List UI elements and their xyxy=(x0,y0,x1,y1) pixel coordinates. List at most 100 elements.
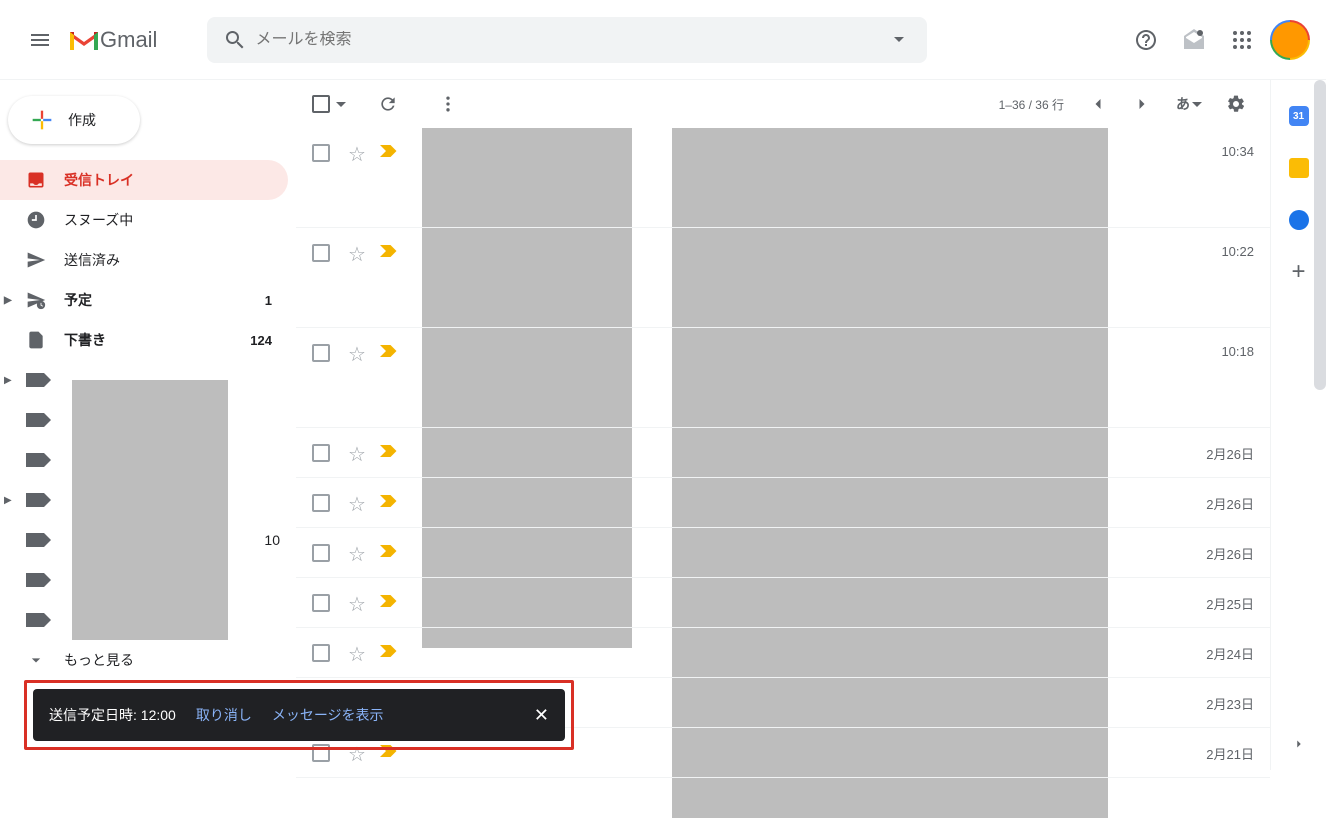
main-menu-button[interactable] xyxy=(16,16,64,64)
compose-label: 作成 xyxy=(68,110,96,130)
tasks-addon[interactable] xyxy=(1287,208,1311,232)
row-checkbox[interactable] xyxy=(312,494,330,512)
prev-page-button[interactable] xyxy=(1080,86,1116,122)
chevron-down-icon xyxy=(1192,102,1202,107)
toast-highlight: 送信予定日時: 12:00 取り消し メッセージを表示 ✕ xyxy=(24,680,574,750)
star-button[interactable]: ☆ xyxy=(348,142,366,167)
chevron-left-icon xyxy=(1088,94,1108,114)
mail-row[interactable]: ☆ 2月26日 xyxy=(296,478,1270,528)
star-button[interactable]: ☆ xyxy=(348,542,366,567)
star-button[interactable]: ☆ xyxy=(348,492,366,517)
get-addons-button[interactable]: + xyxy=(1287,260,1311,284)
mail-date: 2月23日 xyxy=(1206,694,1254,713)
row-checkbox[interactable] xyxy=(312,144,330,162)
scrollbar[interactable] xyxy=(1314,80,1326,390)
search-options-button[interactable] xyxy=(879,37,919,42)
mail-row[interactable]: ☆ 10:34 xyxy=(296,128,1270,228)
apps-button[interactable] xyxy=(1222,20,1262,60)
nav-more-label: もっと見る xyxy=(64,650,134,670)
importance-marker[interactable] xyxy=(380,144,398,161)
mail-date: 2月24日 xyxy=(1206,644,1254,663)
nav-scheduled-count: 1 xyxy=(265,293,272,308)
search-bar[interactable] xyxy=(207,17,927,63)
settings-button[interactable] xyxy=(1218,86,1254,122)
row-checkbox[interactable] xyxy=(312,344,330,362)
refresh-button[interactable] xyxy=(370,86,406,122)
chevron-down-icon xyxy=(336,102,346,107)
row-checkbox[interactable] xyxy=(312,244,330,262)
mail-row[interactable]: ☆ 10:22 xyxy=(296,228,1270,328)
importance-marker[interactable] xyxy=(380,594,398,611)
chevron-right-icon xyxy=(1132,94,1152,114)
app-name: Gmail xyxy=(100,27,157,53)
nav-drafts-count: 124 xyxy=(250,333,272,348)
help-button[interactable] xyxy=(1126,20,1166,60)
importance-marker[interactable] xyxy=(380,544,398,561)
importance-marker[interactable] xyxy=(380,244,398,261)
label-icon xyxy=(26,613,44,627)
clock-icon xyxy=(26,210,46,230)
toast-close-button[interactable]: ✕ xyxy=(534,705,549,726)
calendar-addon[interactable]: 31 xyxy=(1287,104,1311,128)
redacted-area xyxy=(72,380,228,640)
mail-row[interactable]: ☆ 10:18 xyxy=(296,328,1270,428)
label-count: 10 xyxy=(264,532,280,548)
header-right xyxy=(1126,20,1310,60)
nav-snoozed[interactable]: スヌーズ中 xyxy=(0,200,288,240)
row-checkbox[interactable] xyxy=(312,594,330,612)
star-button[interactable]: ☆ xyxy=(348,242,366,267)
compose-button[interactable]: 作成 xyxy=(8,96,140,144)
gear-icon xyxy=(1226,94,1246,114)
star-button[interactable]: ☆ xyxy=(348,342,366,367)
send-scheduled-toast: 送信予定日時: 12:00 取り消し メッセージを表示 ✕ xyxy=(33,689,565,741)
label-icon xyxy=(26,573,44,587)
nav-scheduled-label: 予定 xyxy=(64,290,92,310)
star-button[interactable]: ☆ xyxy=(348,592,366,617)
select-all-checkbox[interactable] xyxy=(312,95,346,113)
calendar-icon: 31 xyxy=(1289,106,1309,126)
star-button[interactable]: ☆ xyxy=(348,442,366,467)
search-input[interactable] xyxy=(255,31,879,49)
mail-notification-icon[interactable] xyxy=(1174,20,1214,60)
mail-row[interactable]: ☆ 2月26日 xyxy=(296,528,1270,578)
importance-marker[interactable] xyxy=(380,644,398,661)
expand-icon[interactable]: ▶ xyxy=(4,495,12,506)
nav-sent[interactable]: 送信済み xyxy=(0,240,288,280)
importance-marker[interactable] xyxy=(380,344,398,361)
star-button[interactable]: ☆ xyxy=(348,642,366,667)
tasks-icon xyxy=(1289,210,1309,230)
expand-icon[interactable]: ▶ xyxy=(4,295,12,306)
chevron-down-icon xyxy=(26,650,46,670)
account-avatar[interactable] xyxy=(1270,20,1310,60)
label-icon xyxy=(26,413,44,427)
row-checkbox[interactable] xyxy=(312,544,330,562)
importance-marker[interactable] xyxy=(380,494,398,511)
plus-icon xyxy=(28,106,56,134)
search-icon[interactable] xyxy=(215,20,255,60)
more-vert-icon xyxy=(438,94,458,114)
mail-date: 2月26日 xyxy=(1206,544,1254,563)
mail-row[interactable]: ☆ 2月25日 xyxy=(296,578,1270,628)
toast-undo-button[interactable]: 取り消し xyxy=(196,705,252,725)
importance-marker[interactable] xyxy=(380,444,398,461)
expand-icon[interactable]: ▶ xyxy=(4,375,12,386)
mail-date: 2月26日 xyxy=(1206,444,1254,463)
nav-inbox[interactable]: 受信トレイ xyxy=(0,160,288,200)
nav-more[interactable]: もっと見る xyxy=(0,640,288,680)
nav-drafts[interactable]: 下書き 124 xyxy=(0,320,288,360)
row-checkbox[interactable] xyxy=(312,644,330,662)
next-page-button[interactable] xyxy=(1124,86,1160,122)
help-icon xyxy=(1134,28,1158,52)
keep-addon[interactable] xyxy=(1287,156,1311,180)
plus-icon: + xyxy=(1291,258,1305,286)
more-actions-button[interactable] xyxy=(430,86,466,122)
toast-view-message-button[interactable]: メッセージを表示 xyxy=(272,705,384,725)
collapse-panel-button[interactable] xyxy=(1292,737,1306,754)
nav-inbox-label: 受信トレイ xyxy=(64,170,134,190)
label-icon xyxy=(26,373,44,387)
nav-scheduled[interactable]: ▶ 予定 1 xyxy=(0,280,288,320)
mail-row[interactable]: ☆ 2月24日 xyxy=(296,628,1270,678)
input-method-button[interactable]: あ xyxy=(1176,94,1202,114)
row-checkbox[interactable] xyxy=(312,444,330,462)
mail-row[interactable]: ☆ 2月26日 xyxy=(296,428,1270,478)
